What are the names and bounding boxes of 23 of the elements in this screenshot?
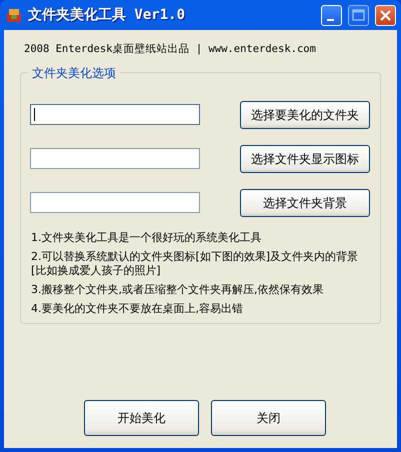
- input-field[interactable]: [30, 192, 200, 214]
- note-text: 3.搬移整个文件夹,或者压缩整个文件夹再解压,依然保有效果: [30, 282, 324, 297]
- note-text: 2.可以替换系统默认的文件夹图标[如下图的效果]及文件夹内的背景[比如换成爱人孩子的照片]: [30, 250, 360, 278]
- input-field[interactable]: [30, 104, 200, 126]
- select-button[interactable]: 选择文件夹显示图标: [240, 144, 370, 173]
- note-text: 4.要美化的文件夹不要放在桌面上,容易出错: [30, 302, 244, 316]
- app-icon: [6, 7, 22, 23]
- select-button[interactable]: 选择文件夹背景: [240, 188, 370, 217]
- window-title: 文件夹美化工具 Ver1.0: [28, 6, 186, 24]
- text-cursor: [34, 108, 35, 122]
- close-icon: [380, 9, 392, 21]
- select-button[interactable]: 选择要美化的文件夹: [240, 100, 370, 129]
- credit-text: 2008 Enterdesk桌面壁纸站出品 | www.enterdesk.com: [24, 42, 317, 57]
- minimize-button[interactable]: [321, 4, 342, 26]
- group-title: 文件夹美化选项: [28, 64, 120, 82]
- start-button[interactable]: 开始美化: [84, 400, 199, 436]
- maximize-icon: [352, 8, 365, 20]
- note-text: 1.文件夹美化工具是一个很好玩的系统美化工具: [30, 230, 262, 245]
- maximize-button[interactable]: [348, 4, 369, 26]
- close-button[interactable]: 关闭: [211, 400, 326, 436]
- minimize-icon: [327, 18, 334, 20]
- input-field[interactable]: [30, 148, 200, 170]
- close-button[interactable]: [375, 4, 396, 26]
